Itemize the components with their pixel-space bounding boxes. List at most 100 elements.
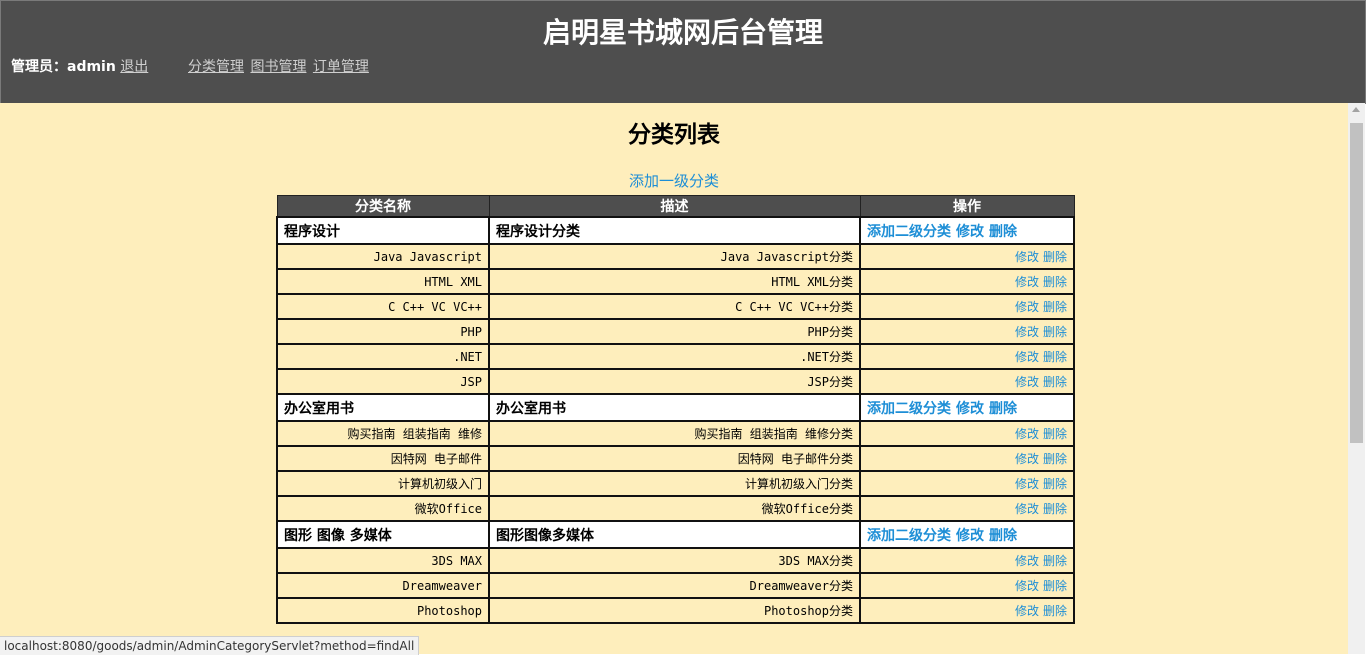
add-subcategory-link[interactable]: 添加二级分类 <box>867 528 951 544</box>
delete-subcategory-link[interactable]: 删除 <box>1043 604 1067 618</box>
subcategory-row: .NET .NET分类 修改 删除 <box>276 343 1075 370</box>
edit-subcategory-link[interactable]: 修改 <box>1015 300 1039 314</box>
edit-subcategory-link[interactable]: 修改 <box>1015 452 1039 466</box>
header-description: 描述 <box>488 195 861 218</box>
subcategory-desc-cell: 购买指南 组装指南 维修分类 <box>488 420 861 447</box>
subcategory-desc-cell: JSP分类 <box>488 368 861 395</box>
subcategory-row: Java Javascript Java Javascript分类 修改 删除 <box>276 243 1075 270</box>
category-name-cell: 程序设计 <box>276 216 490 245</box>
delete-subcategory-link[interactable]: 删除 <box>1043 300 1067 314</box>
nav-category-management[interactable]: 分类管理 <box>188 59 244 75</box>
edit-subcategory-link[interactable]: 修改 <box>1015 502 1039 516</box>
delete-subcategory-link[interactable]: 删除 <box>1043 477 1067 491</box>
category-row: 图形 图像 多媒体 图形图像多媒体 添加二级分类 修改 删除 <box>276 520 1075 549</box>
subcategory-ops-cell: 修改 删除 <box>859 243 1075 270</box>
edit-subcategory-link[interactable]: 修改 <box>1015 375 1039 389</box>
subcategory-desc-cell: 3DS MAX分类 <box>488 547 861 574</box>
subcategory-row: C C++ VC VC++ C C++ VC VC++分类 修改 删除 <box>276 293 1075 320</box>
delete-subcategory-link[interactable]: 删除 <box>1043 502 1067 516</box>
category-ops-cell: 添加二级分类 修改 删除 <box>859 520 1075 549</box>
edit-subcategory-link[interactable]: 修改 <box>1015 579 1039 593</box>
subcategory-ops-cell: 修改 删除 <box>859 572 1075 599</box>
delete-subcategory-link[interactable]: 删除 <box>1043 325 1067 339</box>
subcategory-name-cell: C C++ VC VC++ <box>276 293 490 320</box>
subcategory-ops-cell: 修改 删除 <box>859 445 1075 472</box>
category-table: 分类名称 描述 操作 程序设计 程序设计分类 添加二级分类 修改 删除 Java Java… <box>276 195 1075 624</box>
subcategory-name-cell: PHP <box>276 318 490 345</box>
subcategory-name-cell: 微软Office <box>276 495 490 522</box>
category-row: 程序设计 程序设计分类 添加二级分类 修改 删除 <box>276 216 1075 245</box>
delete-subcategory-link[interactable]: 删除 <box>1043 427 1067 441</box>
edit-subcategory-link[interactable]: 修改 <box>1015 250 1039 264</box>
subcategory-desc-cell: 计算机初级入门分类 <box>488 470 861 497</box>
subcategory-desc-cell: 因特网 电子邮件分类 <box>488 445 861 472</box>
scroll-up-arrow-icon[interactable] <box>1352 107 1360 112</box>
header-operations: 操作 <box>859 195 1075 218</box>
delete-subcategory-link[interactable]: 删除 <box>1043 375 1067 389</box>
add-top-category-link[interactable]: 添加一级分类 <box>629 172 719 190</box>
site-title: 启明星书城网后台管理 <box>542 16 823 49</box>
category-table-body: 程序设计 程序设计分类 添加二级分类 修改 删除 Java Javascript Java … <box>276 216 1075 624</box>
subcategory-row: JSP JSP分类 修改 删除 <box>276 368 1075 395</box>
delete-subcategory-link[interactable]: 删除 <box>1043 452 1067 466</box>
delete-category-link[interactable]: 删除 <box>989 528 1017 544</box>
subcategory-desc-cell: Dreamweaver分类 <box>488 572 861 599</box>
subcategory-desc-cell: PHP分类 <box>488 318 861 345</box>
subcategory-ops-cell: 修改 删除 <box>859 495 1075 522</box>
subcategory-row: 计算机初级入门 计算机初级入门分类 修改 删除 <box>276 470 1075 497</box>
scroll-thumb[interactable] <box>1350 123 1363 443</box>
subcategory-name-cell: .NET <box>276 343 490 370</box>
delete-subcategory-link[interactable]: 删除 <box>1043 250 1067 264</box>
delete-subcategory-link[interactable]: 删除 <box>1043 275 1067 289</box>
header-category-name: 分类名称 <box>276 195 490 218</box>
logout-link[interactable]: 退出 <box>120 59 148 75</box>
nav-order-management[interactable]: 订单管理 <box>313 59 369 75</box>
category-ops-cell: 添加二级分类 修改 删除 <box>859 216 1075 245</box>
edit-subcategory-link[interactable]: 修改 <box>1015 604 1039 618</box>
delete-category-link[interactable]: 删除 <box>989 224 1017 240</box>
edit-category-link[interactable]: 修改 <box>956 401 984 417</box>
edit-subcategory-link[interactable]: 修改 <box>1015 350 1039 364</box>
subcategory-row: 微软Office 微软Office分类 修改 删除 <box>276 495 1075 522</box>
subcategory-name-cell: HTML XML <box>276 268 490 295</box>
delete-subcategory-link[interactable]: 删除 <box>1043 554 1067 568</box>
edit-subcategory-link[interactable]: 修改 <box>1015 325 1039 339</box>
category-ops-cell: 添加二级分类 修改 删除 <box>859 393 1075 422</box>
subcategory-ops-cell: 修改 删除 <box>859 547 1075 574</box>
subcategory-ops-cell: 修改 删除 <box>859 368 1075 395</box>
edit-subcategory-link[interactable]: 修改 <box>1015 275 1039 289</box>
category-row: 办公室用书 办公室用书 添加二级分类 修改 删除 <box>276 393 1075 422</box>
edit-category-link[interactable]: 修改 <box>956 528 984 544</box>
subcategory-ops-cell: 修改 删除 <box>859 597 1075 624</box>
delete-category-link[interactable]: 删除 <box>989 401 1017 417</box>
admin-info: 管理员：admin 退出 <box>11 56 148 76</box>
vertical-scrollbar[interactable] <box>1348 103 1365 654</box>
nav-book-management[interactable]: 图书管理 <box>250 59 306 75</box>
category-name-cell: 图形 图像 多媒体 <box>276 520 490 549</box>
subcategory-name-cell: 购买指南 组装指南 维修 <box>276 420 490 447</box>
edit-subcategory-link[interactable]: 修改 <box>1015 554 1039 568</box>
admin-nav: 分类管理 图书管理 订单管理 <box>188 56 371 76</box>
edit-subcategory-link[interactable]: 修改 <box>1015 477 1039 491</box>
delete-subcategory-link[interactable]: 删除 <box>1043 350 1067 364</box>
delete-subcategory-link[interactable]: 删除 <box>1043 579 1067 593</box>
subcategory-row: 3DS MAX 3DS MAX分类 修改 删除 <box>276 547 1075 574</box>
category-desc-cell: 程序设计分类 <box>488 216 861 245</box>
subcategory-name-cell: Dreamweaver <box>276 572 490 599</box>
subcategory-name-cell: 因特网 电子邮件 <box>276 445 490 472</box>
subcategory-row: 购买指南 组装指南 维修 购买指南 组装指南 维修分类 修改 删除 <box>276 420 1075 447</box>
subcategory-row: 因特网 电子邮件 因特网 电子邮件分类 修改 删除 <box>276 445 1075 472</box>
add-subcategory-link[interactable]: 添加二级分类 <box>867 401 951 417</box>
subcategory-ops-cell: 修改 删除 <box>859 293 1075 320</box>
subcategory-row: PHP PHP分类 修改 删除 <box>276 318 1075 345</box>
status-bar-url: localhost:8080/goods/admin/AdminCategory… <box>0 636 420 655</box>
admin-label: 管理员： <box>11 59 67 75</box>
subcategory-ops-cell: 修改 删除 <box>859 420 1075 447</box>
subcategory-desc-cell: HTML XML分类 <box>488 268 861 295</box>
add-subcategory-link[interactable]: 添加二级分类 <box>867 224 951 240</box>
subcategory-desc-cell: .NET分类 <box>488 343 861 370</box>
edit-subcategory-link[interactable]: 修改 <box>1015 427 1039 441</box>
edit-category-link[interactable]: 修改 <box>956 224 984 240</box>
subcategory-name-cell: 3DS MAX <box>276 547 490 574</box>
page-title: 分类列表 <box>628 122 720 148</box>
